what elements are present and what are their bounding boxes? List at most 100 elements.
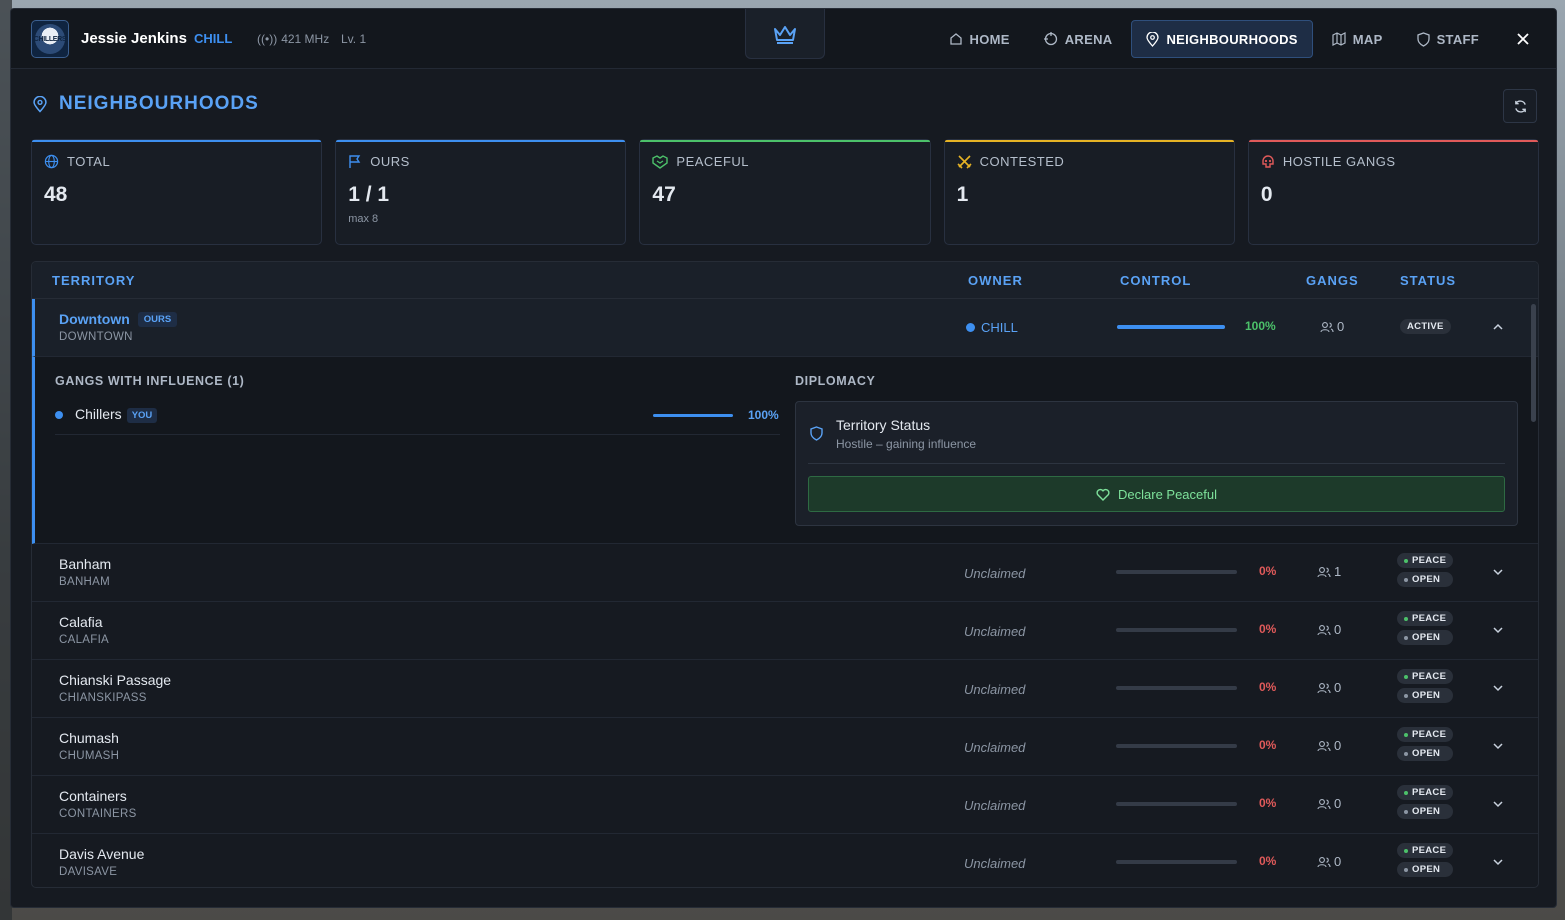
chevron-down-icon <box>1493 569 1503 576</box>
refresh-icon <box>1514 99 1526 113</box>
gangs-count: 0 <box>1317 680 1341 695</box>
owner-cell: Unclaimed <box>964 856 1026 871</box>
users-icon <box>1317 624 1331 635</box>
header-gangs: GANGS <box>1306 273 1359 288</box>
status-cell: PEACE OPEN <box>1397 727 1454 761</box>
stat-value: 48 <box>44 183 68 206</box>
status-dot <box>1404 693 1408 698</box>
territory-rows: Banham BANHAM Unclaimed 0% 1 PEACE OPEN … <box>32 544 1538 887</box>
gangs-value: 0 <box>1334 854 1342 869</box>
territory-code: CHIANSKIPASS <box>59 692 147 704</box>
open-badge: OPEN <box>1397 572 1454 587</box>
peace-badge: PEACE <box>1397 611 1454 626</box>
gang-name: Chillers YOU <box>75 406 158 423</box>
expand-toggle[interactable] <box>1492 738 1504 756</box>
crown-tab[interactable] <box>745 9 825 59</box>
expand-toggle[interactable] <box>1492 622 1504 640</box>
nav-staff[interactable]: STAFF <box>1402 20 1494 58</box>
expand-toggle[interactable] <box>1492 854 1504 872</box>
gang-logo: CHILLERS <box>31 20 69 58</box>
owner-cell: CHILL <box>966 320 1018 335</box>
status-dot <box>1404 867 1408 872</box>
influence-bar <box>653 414 733 417</box>
gangs-value: 0 <box>1334 622 1342 637</box>
open-badge-text: OPEN <box>1412 864 1441 875</box>
scrollbar-thumb[interactable] <box>1531 304 1536 422</box>
expand-toggle[interactable] <box>1492 564 1504 582</box>
nav-neighbourhoods[interactable]: NEIGHBOURHOODS <box>1131 20 1313 58</box>
control-bar <box>1116 570 1237 574</box>
open-badge: OPEN <box>1397 804 1454 819</box>
open-badge-text: OPEN <box>1412 748 1441 759</box>
territory-name: Downtown OURS <box>59 311 178 327</box>
territory-name: Davis Avenue <box>59 846 145 862</box>
stat-total: TOTAL 48 <box>31 139 323 245</box>
close-icon <box>1517 33 1529 45</box>
crown-icon <box>774 25 796 44</box>
skull-icon <box>1262 155 1274 168</box>
nav-map[interactable]: MAP <box>1317 20 1398 58</box>
flag-icon <box>349 155 361 168</box>
peace-badge-text: PEACE <box>1412 613 1447 624</box>
status-dot <box>1404 558 1408 563</box>
nav-home[interactable]: HOME <box>934 20 1025 58</box>
expand-toggle[interactable] <box>1492 796 1504 814</box>
control-percent: 0% <box>1259 564 1277 578</box>
swords-icon <box>957 155 972 169</box>
open-badge: OPEN <box>1397 630 1454 645</box>
gangs-count: 0 <box>1320 319 1344 334</box>
stat-label: CONTESTED <box>979 154 1065 169</box>
stat-contested: CONTESTED 1 <box>943 139 1235 245</box>
stat-label: HOSTILE GANGS <box>1282 154 1396 169</box>
peace-badge-text: PEACE <box>1412 845 1447 856</box>
peace-badge: PEACE <box>1397 785 1454 800</box>
control-bar <box>1116 802 1237 806</box>
stat-accent-bar <box>32 140 322 142</box>
table-row[interactable]: Containers CONTAINERS Unclaimed 0% 0 PEA… <box>32 776 1538 834</box>
table-row[interactable]: Banham BANHAM Unclaimed 0% 1 PEACE OPEN <box>32 544 1538 602</box>
status-dot <box>1404 790 1408 795</box>
owner-cell: Unclaimed <box>964 798 1026 813</box>
table-row[interactable]: Chianski Passage CHIANSKIPASS Unclaimed … <box>32 660 1538 718</box>
chevron-down-icon <box>1493 743 1503 750</box>
territory-name: Calafia <box>59 614 103 630</box>
open-badge-text: OPEN <box>1412 632 1441 643</box>
owner-cell: Unclaimed <box>964 624 1026 639</box>
peace-badge: PEACE <box>1397 669 1454 684</box>
table-row[interactable]: Davis Avenue DAVISAVE Unclaimed 0% 0 PEA… <box>32 834 1538 887</box>
table-row-downtown[interactable]: Downtown OURS DOWNTOWN CHILL 100% 0 ACTIV… <box>32 299 1538 357</box>
open-badge-text: OPEN <box>1412 690 1441 701</box>
nav-arena[interactable]: ARENA <box>1029 20 1128 58</box>
users-icon <box>1317 740 1331 751</box>
open-badge: OPEN <box>1397 688 1454 703</box>
stat-value: 1 <box>956 183 969 206</box>
logo-text: CHILLERS <box>34 24 67 54</box>
close-button[interactable] <box>1508 33 1538 45</box>
page-title-text: NEIGHBOURHOODS <box>59 93 259 114</box>
control-percent: 100% <box>1245 319 1276 333</box>
owner-cell: Unclaimed <box>964 740 1026 755</box>
chevron-down-icon <box>1493 801 1503 808</box>
stat-label: OURS <box>370 154 410 169</box>
gangs-count: 0 <box>1317 854 1341 869</box>
stat-accent-bar <box>336 140 626 142</box>
territory-status-title: Territory Status <box>836 417 931 433</box>
control-percent: 0% <box>1259 854 1277 868</box>
territory-name: Chianski Passage <box>59 672 172 688</box>
refresh-button[interactable] <box>1503 89 1537 123</box>
expand-toggle[interactable] <box>1492 680 1504 698</box>
ours-badge: OURS <box>137 312 178 327</box>
top-bar: CHILLERS Jessie Jenkins CHILL ((•)) 421 M… <box>11 9 1556 69</box>
stat-sub: max 8 <box>348 213 379 225</box>
declare-peaceful-label: Declare Peaceful <box>1118 486 1217 502</box>
chevron-up-icon <box>1493 323 1503 330</box>
territory-name-text: Downtown <box>59 311 130 327</box>
table-row[interactable]: Calafia CALAFIA Unclaimed 0% 0 PEACE OPE… <box>32 602 1538 660</box>
declare-peaceful-button[interactable]: Declare Peaceful <box>808 476 1505 512</box>
influence-title: GANGS WITH INFLUENCE (1) <box>55 374 245 388</box>
stat-ours: OURS 1 / 1 max 8 <box>335 139 627 245</box>
table-row[interactable]: Chumash CHUMASH Unclaimed 0% 0 PEACE OPE… <box>32 718 1538 776</box>
nav-staff-label: STAFF <box>1436 31 1479 47</box>
user-name: Jessie Jenkins <box>81 30 187 47</box>
collapse-toggle[interactable] <box>1492 319 1504 337</box>
